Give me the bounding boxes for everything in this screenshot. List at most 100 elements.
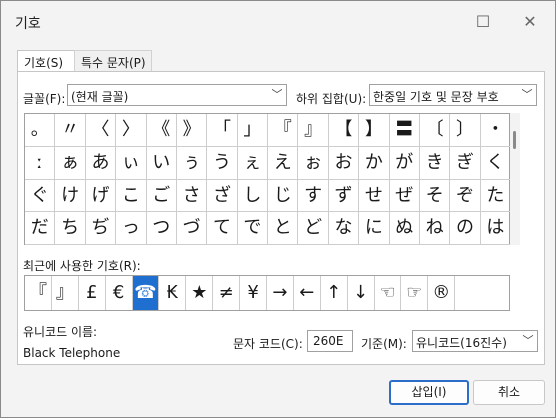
- recent-symbol-cell[interactable]: ↑: [321, 276, 348, 310]
- symbol-cell[interactable]: て: [207, 212, 238, 245]
- symbol-cell[interactable]: 】: [359, 114, 390, 147]
- symbol-dialog: 기호 ☐ ✕ 기호(S) 특수 문자(P) 글꼴(F): (현재 글꼴) ﹀ 하…: [0, 0, 556, 418]
- symbol-cell[interactable]: 」: [237, 114, 268, 147]
- recent-symbol-cell[interactable]: 』: [52, 276, 79, 310]
- font-select[interactable]: (현재 글꼴) ﹀: [67, 84, 287, 106]
- symbol-cell[interactable]: ち: [55, 212, 86, 245]
- subset-select[interactable]: 한중일 기호 및 문장 부호 ﹀: [369, 84, 537, 106]
- symbol-cell[interactable]: こ: [116, 179, 147, 213]
- recent-symbol-cell[interactable]: ☞: [401, 276, 429, 310]
- symbol-cell[interactable]: そ: [419, 179, 451, 213]
- symbol-cell[interactable]: う: [207, 146, 238, 180]
- recent-symbol-cell[interactable]: ↓: [348, 276, 375, 310]
- symbol-cell[interactable]: 》: [176, 114, 208, 147]
- symbol-cell[interactable]: ぞ: [450, 179, 481, 213]
- insert-button[interactable]: 삽입(I): [389, 380, 469, 405]
- recent-symbol-cell[interactable]: ₭: [159, 276, 187, 310]
- symbol-cell[interactable]: だ: [25, 212, 56, 245]
- close-icon[interactable]: ✕: [519, 11, 541, 33]
- symbol-cell[interactable]: お: [328, 146, 360, 180]
- symbol-cell[interactable]: ぎ: [450, 146, 481, 180]
- tab-special-characters[interactable]: 특수 문자(P): [74, 50, 152, 72]
- subset-label: 하위 집합(U):: [296, 92, 367, 106]
- char-code-input[interactable]: 260E: [307, 330, 353, 352]
- symbol-cell[interactable]: ː: [25, 146, 56, 180]
- symbol-cell[interactable]: 〈: [85, 114, 117, 147]
- symbol-cell[interactable]: で: [237, 212, 268, 245]
- symbol-cell[interactable]: に: [359, 212, 390, 245]
- symbol-cell[interactable]: ぜ: [389, 179, 420, 213]
- symbol-cell[interactable]: ず: [328, 179, 360, 213]
- symbol-cell[interactable]: い: [146, 146, 177, 180]
- tab-symbols[interactable]: 기호(S): [17, 50, 75, 72]
- cancel-button[interactable]: 취소: [473, 380, 545, 405]
- recent-symbol-cell[interactable]: →: [267, 276, 294, 310]
- symbol-cell[interactable]: ぉ: [298, 146, 329, 180]
- recent-symbol-cell[interactable]: ☜: [375, 276, 402, 310]
- symbol-grid-scrollbar[interactable]: [510, 113, 520, 245]
- symbol-cell[interactable]: さ: [176, 179, 208, 213]
- symbol-cell[interactable]: ぢ: [85, 212, 117, 245]
- unicode-name-value: Black Telephone: [23, 346, 121, 360]
- recent-symbol-cell[interactable]: ®: [428, 276, 456, 310]
- symbol-cell[interactable]: ね: [419, 212, 451, 245]
- symbol-cell[interactable]: が: [389, 146, 420, 180]
- symbol-cell[interactable]: ぇ: [237, 146, 268, 180]
- subset-select-value: 한중일 기호 및 문장 부호: [373, 90, 499, 104]
- symbol-cell[interactable]: ぐ: [25, 179, 56, 213]
- symbol-cell[interactable]: は: [480, 212, 511, 245]
- symbol-cell[interactable]: 。: [25, 114, 56, 147]
- symbol-cell[interactable]: く: [480, 146, 511, 180]
- recent-symbol-cell[interactable]: €: [106, 276, 133, 310]
- symbol-cell[interactable]: し: [237, 179, 268, 213]
- symbol-cell[interactable]: け: [55, 179, 86, 213]
- symbol-cell[interactable]: 【: [328, 114, 360, 147]
- symbol-cell[interactable]: ざ: [207, 179, 238, 213]
- symbol-cell[interactable]: ぁ: [55, 146, 86, 180]
- recent-symbol-cell[interactable]: £: [79, 276, 106, 310]
- symbol-cell[interactable]: え: [268, 146, 299, 180]
- symbol-cell[interactable]: 〔: [419, 114, 451, 147]
- symbol-cell[interactable]: ど: [298, 212, 329, 245]
- symbol-cell[interactable]: 「: [207, 114, 238, 147]
- symbol-cell[interactable]: 『: [268, 114, 299, 147]
- maximize-icon[interactable]: ☐: [472, 11, 494, 33]
- symbol-cell[interactable]: の: [450, 212, 481, 245]
- symbol-cell[interactable]: 』: [298, 114, 329, 147]
- symbol-cell[interactable]: 〉: [116, 114, 147, 147]
- recent-symbol-cell[interactable]: ¥: [240, 276, 267, 310]
- recent-symbol-cell[interactable]: ★: [186, 276, 214, 310]
- symbol-cell[interactable]: き: [419, 146, 451, 180]
- symbol-cell[interactable]: ぬ: [389, 212, 420, 245]
- symbol-cell[interactable]: ・: [480, 114, 511, 147]
- symbol-cell[interactable]: 〓: [389, 114, 420, 147]
- chevron-down-icon: ﹀: [522, 334, 534, 347]
- symbol-cell[interactable]: 〃: [55, 114, 86, 147]
- symbol-cell[interactable]: た: [480, 179, 511, 213]
- symbol-cell[interactable]: ご: [146, 179, 177, 213]
- symbol-cell[interactable]: す: [298, 179, 329, 213]
- symbol-cell[interactable]: な: [328, 212, 360, 245]
- symbol-cell[interactable]: げ: [85, 179, 117, 213]
- symbol-cell[interactable]: か: [359, 146, 390, 180]
- symbol-cell[interactable]: つ: [146, 212, 177, 245]
- recent-symbol-cell[interactable]: ←: [294, 276, 321, 310]
- recent-symbol-cell[interactable]: ☎: [132, 276, 160, 310]
- symbol-cell[interactable]: ぃ: [116, 146, 147, 180]
- symbol-cell[interactable]: 《: [146, 114, 177, 147]
- symbol-cell[interactable]: 〕: [450, 114, 481, 147]
- symbol-cell[interactable]: と: [268, 212, 299, 245]
- symbol-cell[interactable]: づ: [176, 212, 208, 245]
- recent-symbol-cell[interactable]: 『: [25, 276, 52, 310]
- symbol-cell[interactable]: あ: [85, 146, 117, 180]
- recent-symbol-cell[interactable]: ≠: [213, 276, 241, 310]
- symbol-cell[interactable]: ぅ: [176, 146, 208, 180]
- recent-symbols-grid: 『』 £ € ☎ ₭ ★ ≠ ¥ → ← ↑ ↓ ☜ ☞ ®: [24, 275, 510, 311]
- scrollbar-thumb[interactable]: [513, 131, 516, 149]
- symbol-cell[interactable]: せ: [359, 179, 390, 213]
- symbol-cell[interactable]: っ: [116, 212, 147, 245]
- symbol-cell[interactable]: じ: [268, 179, 299, 213]
- basis-select[interactable]: 유니코드(16진수) ﹀: [412, 330, 538, 352]
- recent-symbols-label: 최근에 사용한 기호(R):: [23, 259, 141, 273]
- char-code-label: 문자 코드(C):: [233, 337, 303, 351]
